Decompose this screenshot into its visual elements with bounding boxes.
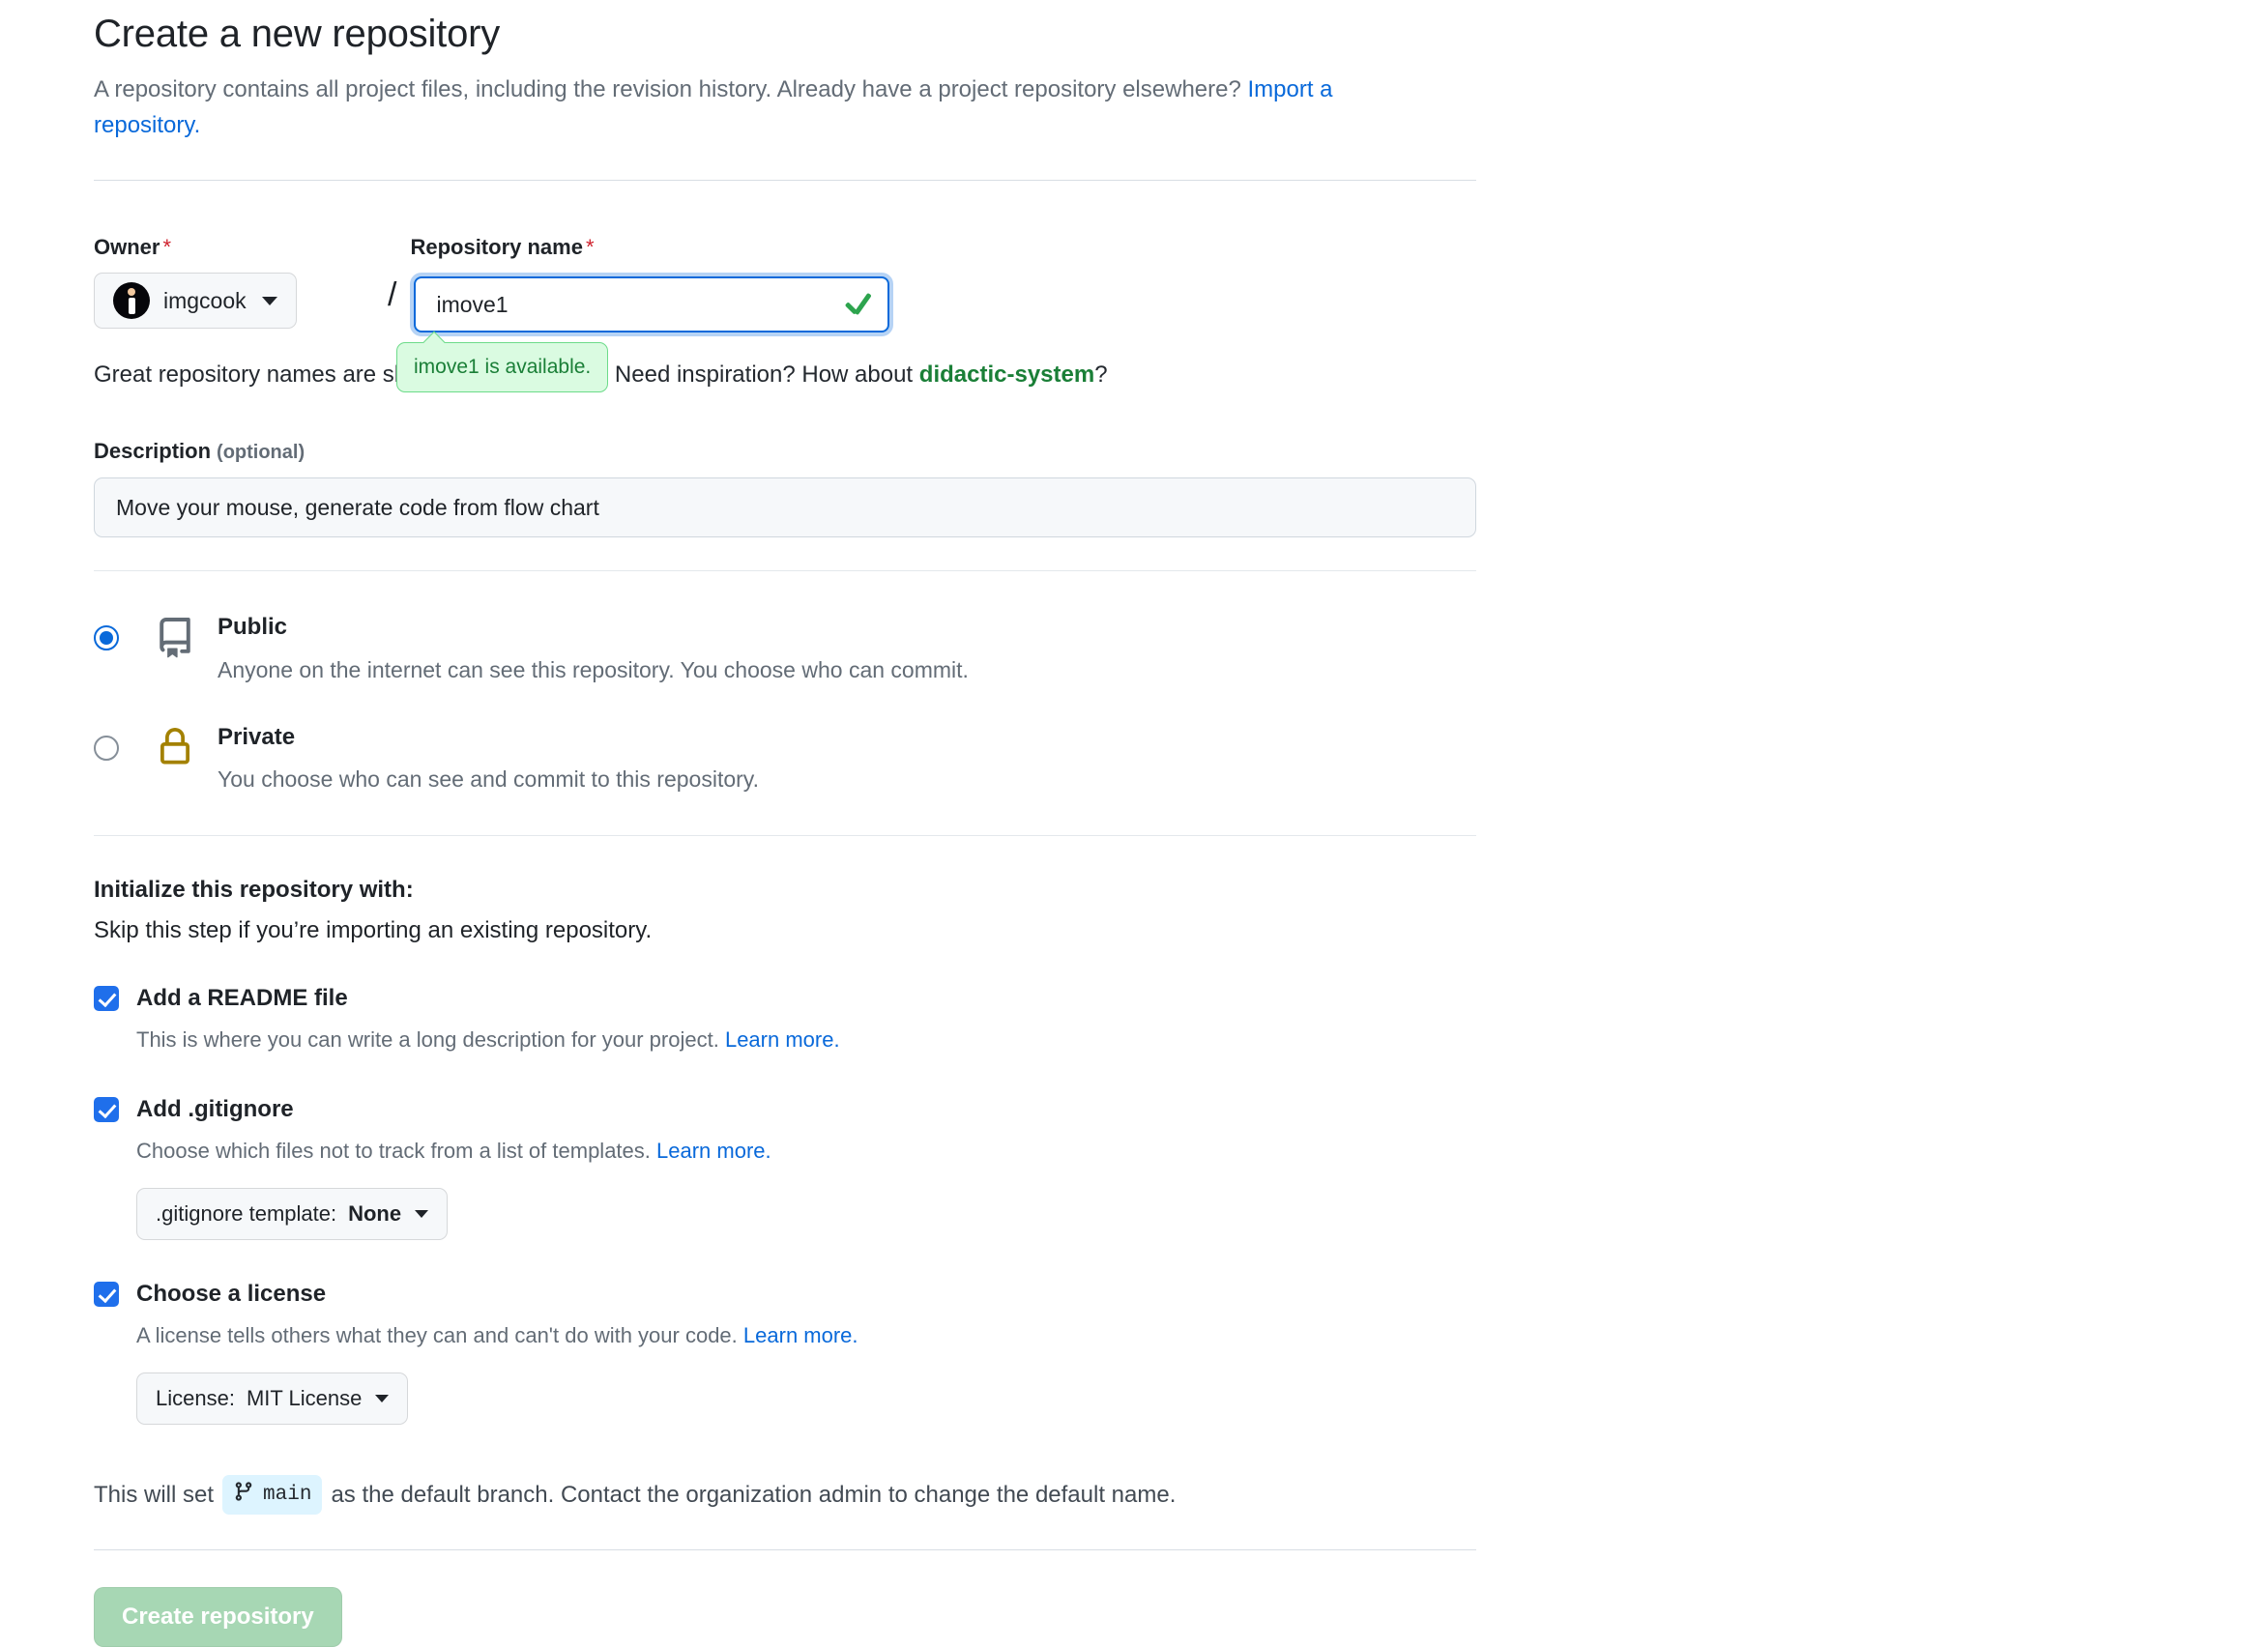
license-description-text: A license tells others what they can and… [136, 1322, 743, 1347]
visibility-option-public[interactable]: Public Anyone on the internet can see th… [94, 612, 1476, 684]
private-option-body: Private You choose who can see and commi… [218, 722, 759, 795]
subtitle-text: A repository contains all project files,… [94, 76, 1248, 102]
private-radio[interactable] [94, 735, 119, 761]
repo-required-mark: * [585, 235, 595, 260]
chevron-down-icon [375, 1394, 390, 1402]
hint-text-after: ? [1094, 361, 1108, 389]
visibility-section: Public Anyone on the internet can see th… [94, 612, 1476, 795]
description-field: Description (optional) [94, 439, 1476, 538]
gitignore-checkbox[interactable] [94, 1096, 119, 1122]
description-optional-tag: (optional) [217, 442, 305, 464]
form-container: Create a new repository A repository con… [94, 0, 1476, 1647]
availability-tooltip-text: imove1 is available. [414, 356, 592, 379]
owner-dropdown-button[interactable]: imgcook [94, 273, 297, 330]
git-branch-icon [233, 1479, 254, 1512]
description-divider [94, 570, 1476, 572]
default-branch-badge: main [222, 1474, 323, 1516]
gitignore-description-text: Choose which files not to track from a l… [136, 1138, 657, 1163]
page-subtitle: A repository contains all project files,… [94, 72, 1370, 143]
readme-learn-more-link[interactable]: Learn more. [725, 1027, 840, 1052]
gitignore-label[interactable]: Add .gitignore [136, 1096, 294, 1123]
visibility-option-private[interactable]: Private You choose who can see and commi… [94, 722, 1476, 795]
license-label[interactable]: Choose a license [136, 1281, 326, 1308]
initialize-title: Initialize this repository with: [94, 877, 414, 904]
readme-description: This is where you can write a long descr… [136, 1026, 1476, 1055]
create-repository-page: Create a new repository A repository con… [0, 0, 2268, 1647]
repository-name-input-wrapper [410, 273, 894, 337]
imgcook-avatar-icon [113, 282, 150, 320]
public-option-body: Public Anyone on the internet can see th… [218, 612, 969, 684]
availability-tooltip: imove1 is available. [396, 332, 609, 392]
readme-label[interactable]: Add a README file [136, 985, 348, 1012]
gitignore-dropdown-value: None [348, 1200, 402, 1226]
page-title: Create a new repository [94, 13, 501, 55]
public-radio[interactable] [94, 625, 119, 651]
readme-group: Add a README file This is where you can … [94, 985, 1476, 1055]
description-label: Description [94, 439, 212, 464]
owner-repo-separator: / [388, 276, 397, 314]
repository-name-input[interactable] [434, 290, 844, 319]
repository-name-label: Repository name * [410, 235, 595, 260]
readme-row[interactable]: Add a README file [94, 985, 1476, 1012]
gitignore-dropdown-prefix: .gitignore template: [156, 1200, 337, 1226]
readme-checkbox[interactable] [94, 986, 119, 1012]
name-suggestion-link[interactable]: didactic-system [919, 361, 1094, 388]
owner-field: Owner * imgcook [94, 235, 374, 330]
license-row[interactable]: Choose a license [94, 1281, 1476, 1308]
private-title: Private [218, 723, 296, 750]
gitignore-template-dropdown[interactable]: .gitignore template: None [136, 1187, 449, 1240]
chevron-down-icon [415, 1209, 429, 1218]
owner-repo-row: Owner * imgcook / Repository name * [94, 235, 1476, 337]
header-divider [94, 180, 1476, 182]
owner-label: Owner * [94, 235, 172, 260]
readme-description-text: This is where you can write a long descr… [136, 1027, 725, 1053]
repository-name-field: Repository name * [410, 235, 1476, 337]
private-description: You choose who can see and commit to thi… [218, 766, 759, 792]
repo-book-icon [152, 618, 198, 658]
check-icon [843, 290, 872, 319]
license-learn-more-link[interactable]: Learn more. [743, 1323, 858, 1347]
public-description: Anyone on the internet can see this repo… [218, 656, 969, 682]
license-description: A license tells others what they can and… [136, 1321, 1476, 1351]
license-dropdown-value: MIT License [246, 1385, 363, 1410]
description-input[interactable] [94, 477, 1476, 538]
lock-icon [152, 727, 198, 766]
license-checkbox[interactable] [94, 1281, 119, 1307]
create-repository-button[interactable]: Create repository [94, 1587, 342, 1647]
license-dropdown[interactable]: License: MIT License [136, 1372, 409, 1425]
gitignore-row[interactable]: Add .gitignore [94, 1096, 1476, 1123]
owner-name: imgcook [163, 287, 247, 313]
default-branch-text-before: This will set [94, 1481, 215, 1508]
license-dropdown-prefix: License: [156, 1385, 235, 1410]
gitignore-learn-more-link[interactable]: Learn more. [656, 1139, 771, 1163]
initialize-section: Initialize this repository with: Skip th… [94, 877, 1476, 1425]
gitignore-description: Choose which files not to track from a l… [136, 1137, 1476, 1167]
license-group: Choose a license A license tells others … [94, 1281, 1476, 1425]
default-branch-name: main [263, 1483, 312, 1506]
visibility-divider [94, 835, 1476, 837]
gitignore-group: Add .gitignore Choose which files not to… [94, 1096, 1476, 1240]
initialize-subtitle: Skip this step if you’re importing an ex… [94, 917, 653, 944]
default-branch-note: This will set main as the default branch… [94, 1474, 1476, 1516]
default-branch-text-after: as the default branch. Contact the organ… [331, 1481, 1177, 1508]
owner-required-mark: * [162, 235, 172, 260]
repository-name-hint: Great repository names are short and mem… [94, 332, 1476, 392]
footer-divider [94, 1549, 1476, 1551]
chevron-down-icon [261, 296, 277, 305]
public-title: Public [218, 614, 288, 641]
